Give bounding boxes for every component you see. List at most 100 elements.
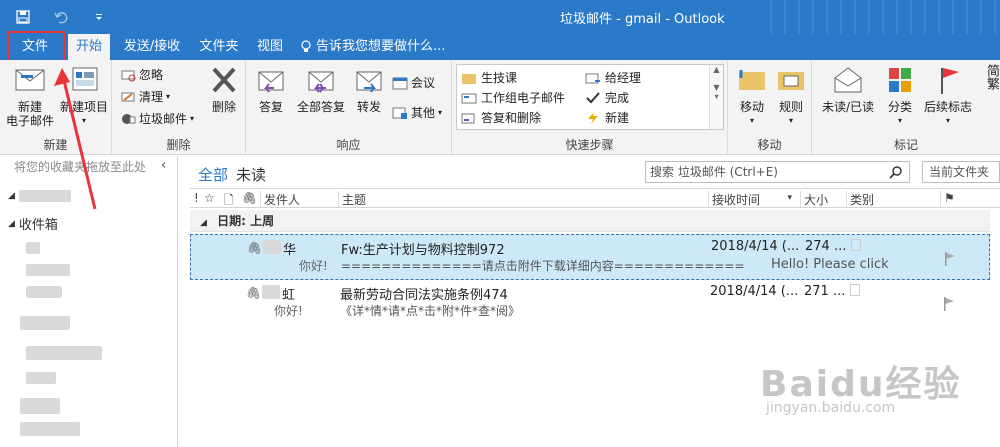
delete-button[interactable]: 删除 (204, 64, 244, 114)
search-input[interactable]: 搜索 垃圾邮件 (Ctrl+E) (645, 161, 910, 183)
folder-item[interactable] (20, 398, 60, 414)
folder-item[interactable] (26, 346, 102, 360)
attachment-column-icon[interactable]: 🖇 (242, 191, 257, 205)
flag-column-icon[interactable]: ⚑ (940, 191, 990, 207)
quick-step-item[interactable]: 工作组电子邮件 (461, 89, 565, 106)
account-node[interactable]: ◢ (8, 190, 71, 202)
group-quick-steps-label: 快速步骤 (565, 138, 614, 152)
simplified-traditional-button[interactable]: 简繁 (982, 64, 1000, 90)
column-received[interactable]: 接收时间 ▾ (708, 191, 800, 207)
quick-step-item[interactable]: 给经理 (585, 69, 641, 86)
ignore-label: 忽略 (139, 68, 164, 82)
importance-column-icon[interactable]: ! (194, 191, 199, 205)
group-move-label: 移动 (757, 138, 782, 152)
folder-item[interactable] (26, 286, 62, 298)
category-box[interactable] (850, 284, 860, 296)
quick-step-item[interactable]: 完成 (585, 89, 629, 106)
reply-icon (254, 64, 288, 96)
followup-button[interactable]: 后续标志 ▾ (920, 64, 976, 128)
filter-unread[interactable]: 未读 (236, 164, 266, 185)
customize-icon[interactable] (88, 6, 110, 28)
message-row[interactable]: 🖇 虹 你好! 最新劳动合同法实施条例474 《详*情*请*点*击*附*件*查*… (190, 280, 990, 326)
clean-button[interactable]: 清理 ▾ (120, 88, 170, 105)
junk-button[interactable]: 垃圾邮件 ▾ (120, 110, 194, 127)
quick-step-label: 给经理 (605, 71, 642, 85)
redacted-folder (20, 316, 70, 330)
search-icon[interactable] (889, 165, 903, 179)
quick-step-label: 生技课 (481, 71, 518, 85)
redacted-folder (26, 242, 40, 254)
new-items-button[interactable]: 新建项目 ▾ (58, 64, 110, 128)
tab-home[interactable]: 开始 (68, 34, 110, 60)
search-placeholder: 搜索 垃圾邮件 (Ctrl+E) (650, 165, 778, 179)
rules-button[interactable]: 规则 ▾ (772, 64, 810, 128)
tell-me-box[interactable]: 告诉我您想要做什么... (300, 34, 470, 60)
ignore-icon (121, 70, 136, 81)
attachment-icon: 🖇 (246, 286, 262, 300)
categorize-button[interactable]: 分类 ▾ (882, 64, 918, 128)
redacted-folder (26, 372, 56, 384)
folder-item[interactable] (26, 372, 56, 384)
followup-label: 后续标志 (923, 100, 972, 114)
save-icon[interactable] (12, 6, 34, 28)
more-respond-button[interactable]: 其他 ▾ (392, 104, 442, 121)
flag-icon[interactable] (942, 296, 956, 312)
folder-arrow-icon (462, 73, 476, 84)
collapse-group-icon[interactable]: ◢ (200, 218, 207, 228)
filter-all[interactable]: 全部 (198, 164, 228, 185)
undo-icon[interactable] (50, 6, 72, 28)
message-preview-extra: Hello! Please click (771, 257, 889, 272)
flag-icon[interactable] (943, 251, 957, 267)
group-new-label: 新建 (43, 138, 68, 152)
column-size[interactable]: 大小 (800, 191, 846, 207)
reply-button[interactable]: 答复 (252, 64, 290, 114)
ignore-button[interactable]: 忽略 (120, 66, 163, 83)
collapse-icon[interactable]: ‹ (161, 158, 166, 173)
column-category[interactable]: 类别 (846, 191, 940, 207)
quick-step-item[interactable]: 生技课 (461, 69, 517, 86)
tab-folder[interactable]: 文件夹 (192, 34, 246, 60)
category-box[interactable] (851, 239, 861, 251)
quick-step-label: 新建 (605, 111, 630, 125)
icon-column-icon[interactable]: 🗋 (224, 191, 234, 212)
new-email-icon (13, 64, 47, 96)
reply-all-label: 全部答复 (296, 100, 345, 114)
group-respond: 答复 全部答复 转发 会议 其他 ▾ 响应 (246, 60, 452, 155)
sort-desc-icon: ▾ (787, 193, 792, 203)
reply-all-button[interactable]: 全部答复 (292, 64, 350, 114)
column-subject[interactable]: 主题 (338, 191, 710, 207)
delete-label: 删除 (211, 100, 236, 114)
column-header: ! ☆ 🗋 🖇 发件人 主题 接收时间 ▾ 大小 类别 ⚑ (190, 188, 1000, 208)
message-preview: ==============请点击附件下载详细内容============= (341, 259, 745, 273)
quick-step-item[interactable]: 答复和删除 (461, 109, 541, 126)
folder-item[interactable] (20, 316, 70, 330)
move-folder-icon (735, 64, 769, 96)
tab-view[interactable]: 视图 (250, 34, 290, 60)
folder-item[interactable] (26, 242, 40, 254)
group-delete: 忽略 清理 ▾ 垃圾邮件 ▾ 删除 删除 (112, 60, 246, 155)
folder-inbox[interactable]: ◢ 收件箱 (8, 214, 58, 233)
folder-item[interactable] (26, 264, 70, 276)
reply-label: 答复 (258, 100, 283, 114)
column-sender[interactable]: 发件人 (260, 191, 340, 207)
quick-step-item[interactable]: 新建 (585, 109, 629, 126)
move-button[interactable]: 移动 ▾ (732, 64, 772, 128)
group-header[interactable]: ◢ 日期: 上周 (190, 210, 990, 232)
redacted-folder (26, 346, 102, 360)
meeting-button[interactable]: 会议 (392, 74, 435, 91)
message-subject: Fw:生产计划与物料控制972 (341, 243, 505, 258)
checkmark-icon (586, 91, 600, 103)
forward-button[interactable]: 转发 (350, 64, 388, 114)
folder-item[interactable] (20, 422, 80, 436)
file-tab-highlight (7, 31, 66, 63)
redacted-folder (26, 286, 62, 298)
unread-read-button[interactable]: 未读/已读 (816, 64, 880, 114)
quick-steps-scroll[interactable]: ▲ ▼ ▾ (709, 65, 723, 129)
reminder-column-icon[interactable]: ☆ (204, 191, 215, 205)
new-email-button[interactable]: 新建 电子邮件 (4, 64, 56, 128)
tab-send-receive[interactable]: 发送/接收 (116, 34, 188, 60)
redacted-folder (20, 398, 60, 414)
group-header-label: 日期: 上周 (217, 214, 275, 228)
search-scope-dropdown[interactable]: 当前文件夹 (922, 161, 1000, 183)
message-row[interactable]: 🖇 华 你好! Fw:生产计划与物料控制972 ==============请点… (190, 234, 990, 280)
